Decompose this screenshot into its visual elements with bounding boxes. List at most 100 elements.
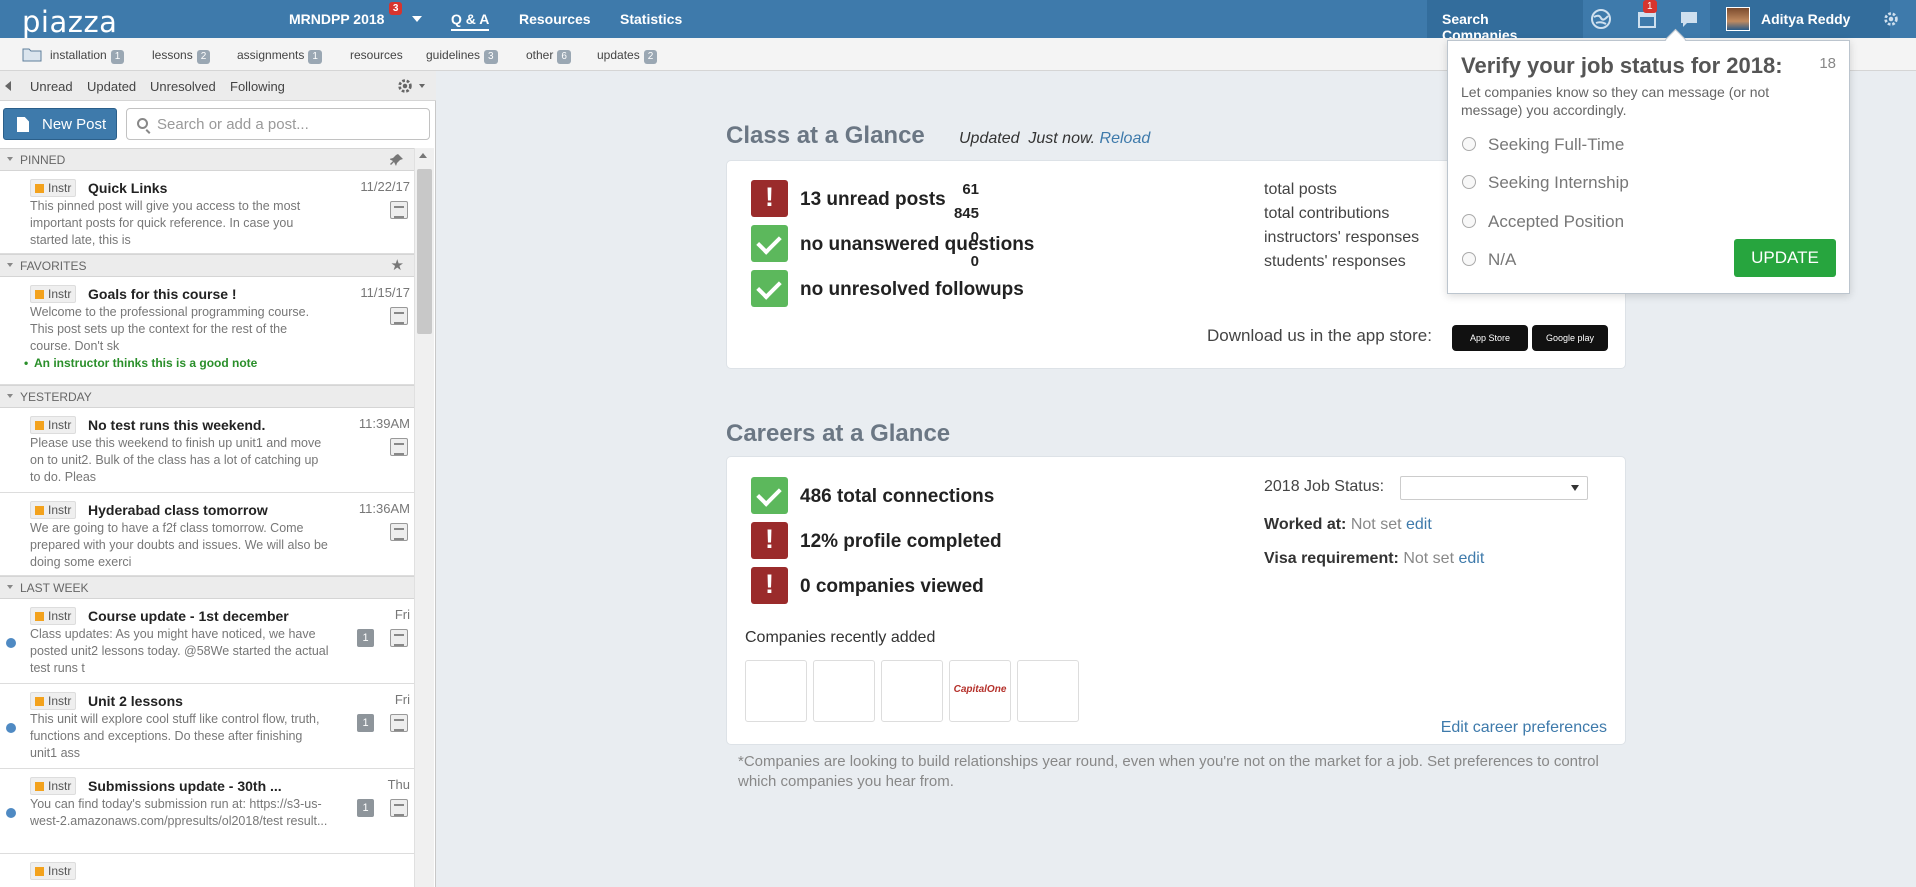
- folder-guidelines[interactable]: guidelines 3: [426, 48, 498, 64]
- radio-accepted-position[interactable]: [1462, 214, 1476, 228]
- option-label[interactable]: Accepted Position: [1488, 212, 1624, 232]
- chat-icon[interactable]: [1678, 8, 1700, 30]
- filter-unresolved[interactable]: Unresolved: [150, 79, 216, 94]
- collapse-sidebar-icon[interactable]: [5, 81, 11, 91]
- post-title: Hyderabad class tomorrow: [88, 502, 268, 518]
- chevron-down-icon: [1571, 485, 1579, 491]
- search-input[interactable]: Search or add a post...: [126, 108, 430, 140]
- post-feed: PINNED Instr Quick Links 11/22/17 This p…: [0, 148, 434, 887]
- google-play-button[interactable]: Google play: [1532, 325, 1608, 351]
- section-last-week[interactable]: LAST WEEK: [0, 576, 414, 599]
- total-posts-value: 61: [962, 181, 979, 198]
- updated-status: Updated Just now. Reload: [959, 130, 1150, 148]
- calendar-notification-badge: 1: [1643, 0, 1657, 13]
- post-item[interactable]: Instr Hyderabad class tomorrow 11:36AM W…: [0, 493, 414, 576]
- post-item[interactable]: Instr: [0, 854, 414, 887]
- folder-count: 2: [643, 50, 658, 64]
- folder-installation[interactable]: installation 1: [50, 48, 125, 64]
- new-post-button[interactable]: New Post: [3, 108, 117, 140]
- piazza-logo[interactable]: piazza: [22, 5, 117, 39]
- app-store-button[interactable]: App Store: [1452, 325, 1528, 351]
- user-name: Aditya Reddy: [1761, 11, 1851, 27]
- update-button[interactable]: UPDATE: [1734, 239, 1836, 277]
- chevron-down-icon: [7, 157, 13, 161]
- post-item[interactable]: Instr Unit 2 lessons Fri This unit will …: [0, 684, 414, 769]
- post-item[interactable]: Instr Goals for this course ! 11/15/17 W…: [0, 277, 414, 385]
- edit-visa-link[interactable]: edit: [1458, 550, 1484, 567]
- radio-seeking-full-time[interactable]: [1462, 137, 1476, 151]
- job-status-select[interactable]: [1400, 476, 1588, 500]
- folder-updates[interactable]: updates 2: [597, 48, 658, 64]
- company-logo-tile[interactable]: [813, 660, 875, 722]
- folder-other[interactable]: other 6: [526, 48, 571, 64]
- folder-icon[interactable]: [22, 46, 42, 62]
- option-label[interactable]: N/A: [1488, 250, 1516, 270]
- user-menu[interactable]: Aditya Reddy: [1710, 0, 1890, 38]
- post-title: Submissions update - 30th ...: [88, 778, 282, 794]
- edit-worked-at-link[interactable]: edit: [1406, 516, 1432, 533]
- profile-completed-stat[interactable]: 12% profile completed: [800, 531, 1002, 553]
- section-yesterday[interactable]: YESTERDAY: [0, 385, 414, 408]
- instructor-tag: Instr: [30, 777, 77, 795]
- option-label[interactable]: Seeking Internship: [1488, 173, 1629, 193]
- note-icon: [390, 714, 408, 732]
- edit-career-preferences-link[interactable]: Edit career preferences: [1441, 719, 1607, 737]
- folder-count: 2: [196, 50, 211, 64]
- post-item[interactable]: Instr Submissions update - 30th ... Thu …: [0, 769, 414, 854]
- post-title: Unit 2 lessons: [88, 693, 183, 709]
- folder-label: updates: [597, 48, 640, 62]
- globe-icon[interactable]: [1590, 8, 1612, 30]
- section-label: YESTERDAY: [20, 390, 92, 404]
- post-item[interactable]: Instr Course update - 1st december Fri C…: [0, 599, 414, 684]
- post-snippet: You can find today's submission run at: …: [30, 797, 328, 828]
- chevron-down-icon[interactable]: [419, 84, 425, 88]
- filter-bar: Unread Updated Unresolved Following: [0, 71, 436, 101]
- course-selector[interactable]: MRNDPP 2018 3: [289, 2, 403, 27]
- scroll-up-icon[interactable]: [419, 153, 427, 158]
- folder-assignments[interactable]: assignments 1: [237, 48, 322, 64]
- job-status-label: 2018 Job Status:: [1264, 478, 1385, 495]
- scrollbar-thumb[interactable]: [417, 169, 432, 334]
- company-logo-tile[interactable]: [745, 660, 807, 722]
- instructor-tag: Instr: [30, 416, 77, 434]
- section-favorites[interactable]: FAVORITES ★: [0, 254, 414, 277]
- folder-lessons[interactable]: lessons 2: [152, 48, 211, 64]
- companies-recent-label: Companies recently added: [745, 629, 936, 646]
- filter-updated[interactable]: Updated: [87, 79, 136, 94]
- student-responses-value: 0: [970, 253, 979, 270]
- popup-count: 18: [1819, 55, 1836, 72]
- avatar: [1726, 7, 1750, 31]
- chevron-down-icon: [7, 263, 13, 267]
- filter-unread[interactable]: Unread: [30, 79, 73, 94]
- filter-following[interactable]: Following: [230, 79, 285, 94]
- nav-qa[interactable]: Q & A: [451, 11, 490, 31]
- folder-label: resources: [350, 48, 403, 62]
- visa-label: Visa requirement:: [1264, 550, 1399, 567]
- radio-seeking-internship[interactable]: [1462, 175, 1476, 189]
- company-logo-tile[interactable]: [881, 660, 943, 722]
- chevron-down-icon[interactable]: [412, 16, 422, 22]
- post-date: Thu: [387, 777, 410, 792]
- gear-icon[interactable]: [396, 77, 414, 95]
- folder-resources[interactable]: resources: [350, 48, 403, 62]
- note-icon: [390, 307, 408, 325]
- reload-link[interactable]: Reload: [1100, 130, 1151, 147]
- radio-na[interactable]: [1462, 252, 1476, 266]
- nav-resources[interactable]: Resources: [519, 11, 591, 27]
- company-logo-tile[interactable]: [1017, 660, 1079, 722]
- download-app-label: Download us in the app store:: [1207, 326, 1432, 345]
- total-connections-stat: 486 total connections: [800, 486, 995, 507]
- careers-footnote: *Companies are looking to build relation…: [738, 753, 1599, 790]
- instructor-responses-value: 0: [970, 229, 979, 246]
- nav-statistics[interactable]: Statistics: [620, 11, 682, 27]
- gear-icon[interactable]: [1882, 10, 1900, 28]
- post-item[interactable]: Instr Quick Links 11/22/17 This pinned p…: [0, 171, 414, 254]
- course-name: MRNDPP 2018: [289, 11, 385, 27]
- search-companies-button[interactable]: Search Companies: [1427, 0, 1583, 43]
- post-item[interactable]: Instr No test runs this weekend. 11:39AM…: [0, 408, 414, 493]
- companies-viewed-stat: 0 companies viewed: [800, 576, 984, 597]
- option-label[interactable]: Seeking Full-Time: [1488, 135, 1624, 155]
- alert-icon: [751, 180, 788, 217]
- capital-one-logo[interactable]: CapitalOne: [949, 660, 1011, 722]
- section-pinned[interactable]: PINNED: [0, 148, 414, 171]
